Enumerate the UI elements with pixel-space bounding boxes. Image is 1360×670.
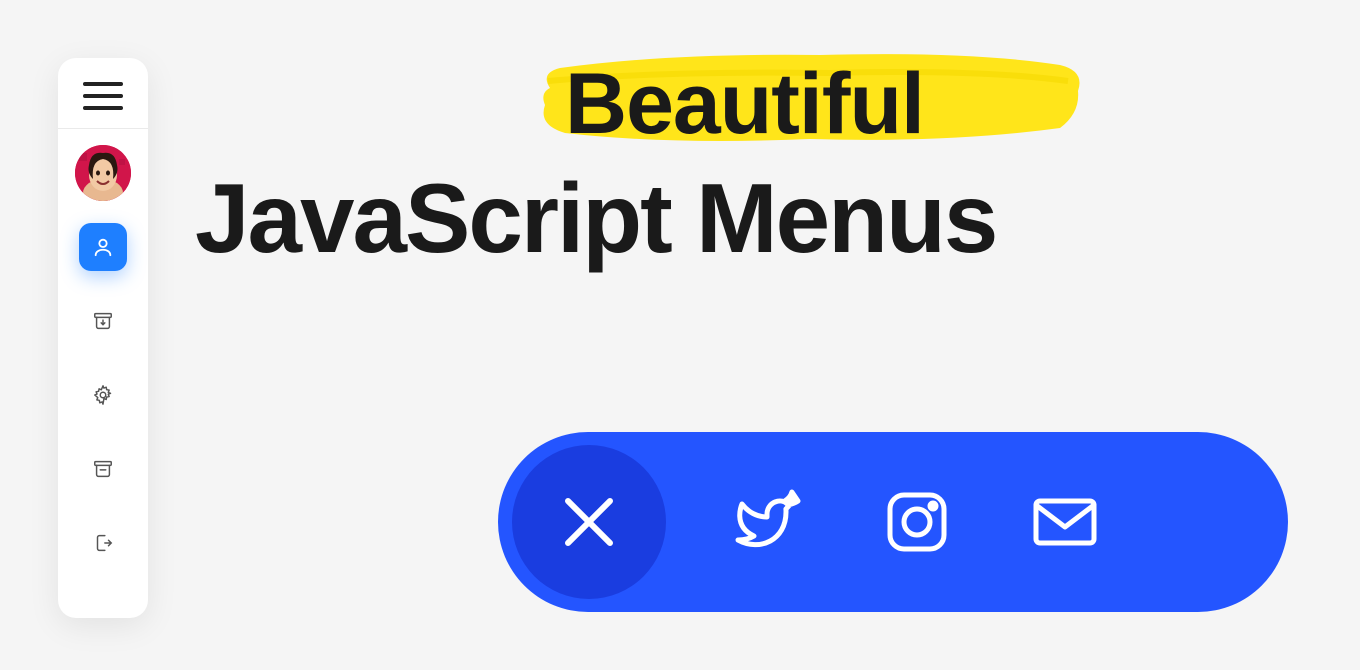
user-icon <box>92 236 114 258</box>
sidebar-archive-button[interactable] <box>79 297 127 345</box>
title-highlight: Beautiful <box>565 56 924 152</box>
mail-icon <box>1026 483 1104 561</box>
sidebar-user-button[interactable] <box>79 223 127 271</box>
sidebar-logout-button[interactable] <box>79 519 127 567</box>
social-mail-button[interactable] <box>1020 477 1110 567</box>
instagram-icon <box>878 483 956 561</box>
sidebar <box>58 58 148 618</box>
hamburger-icon[interactable] <box>83 82 123 110</box>
social-instagram-button[interactable] <box>872 477 962 567</box>
social-menu <box>498 432 1288 612</box>
logout-icon <box>92 532 114 554</box>
sidebar-archive2-button[interactable] <box>79 445 127 493</box>
settings-icon <box>92 384 114 406</box>
archive-icon <box>92 458 114 480</box>
archive-icon <box>92 310 114 332</box>
twitter-icon <box>730 483 808 561</box>
close-icon <box>560 493 618 551</box>
avatar[interactable] <box>75 145 131 201</box>
page-title: Beautiful JavaScript Menus <box>195 55 1315 275</box>
sidebar-settings-button[interactable] <box>79 371 127 419</box>
social-close-button[interactable] <box>512 445 666 599</box>
highlight-wrap: Beautiful <box>565 55 924 154</box>
divider <box>58 128 148 129</box>
social-twitter-button[interactable] <box>724 477 814 567</box>
title-main: JavaScript Menus <box>195 162 1315 275</box>
